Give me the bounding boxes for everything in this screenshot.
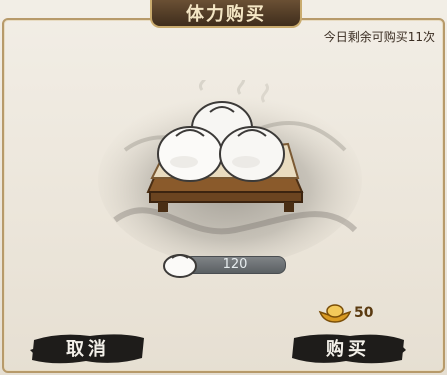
dialog-title: 体力购买 [150, 0, 302, 28]
cancel-button[interactable]: 取消 [30, 330, 146, 366]
price-display: 50 [318, 302, 373, 324]
remaining-purchases-text: 今日剩余可购买11次 [323, 30, 435, 44]
buy-stamina-dialog: 体力购买 今日剩余可购买11次 120 50 取消 购买 [0, 0, 447, 375]
price-value: 50 [354, 305, 374, 321]
steamed-buns-tray-illustration [146, 80, 304, 212]
quantity-value: 120 [184, 256, 286, 274]
steamed-bun-icon [163, 254, 197, 278]
quantity-display: 120 [162, 254, 286, 278]
cancel-button-label: 取消 [66, 339, 110, 360]
buy-button[interactable]: 购买 [290, 330, 406, 366]
buy-button-label: 购买 [326, 339, 370, 360]
gold-ingot-icon [318, 304, 352, 323]
